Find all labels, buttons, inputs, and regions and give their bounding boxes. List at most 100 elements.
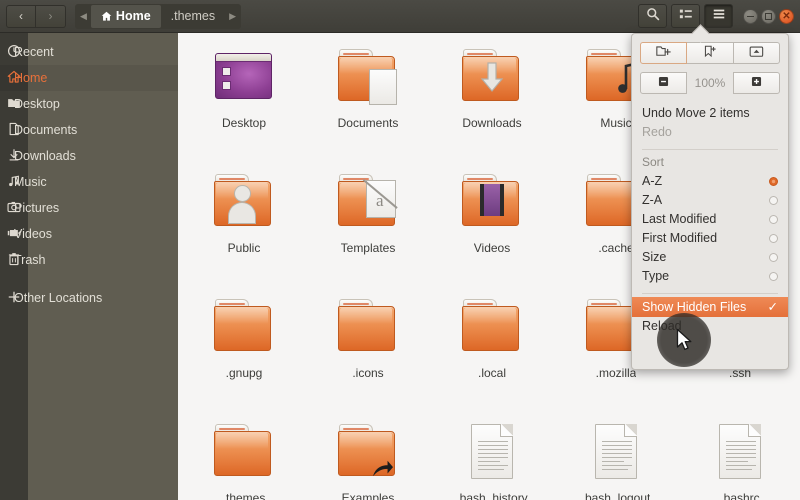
sort-option-label: Size — [642, 250, 667, 264]
sidebar-item-recent[interactable]: Recent — [0, 39, 178, 65]
maximize-glyph — [765, 12, 772, 20]
public-folder-icon — [212, 172, 276, 234]
text-file-icon — [584, 422, 648, 484]
sort-option-label: First Modified — [642, 231, 718, 245]
sort-header-label: Sort — [642, 155, 665, 169]
sort-option-label: Type — [642, 269, 670, 283]
clock-icon — [0, 44, 28, 61]
file-label: .icons — [352, 366, 384, 380]
file-label: .mozilla — [595, 366, 637, 380]
file-item[interactable]: .bash_logout — [554, 412, 678, 500]
file-label: .bash_logout — [581, 491, 651, 500]
sidebar-item-downloads[interactable]: Downloads — [0, 143, 178, 169]
trash-icon — [0, 252, 28, 269]
sort-option-type[interactable]: Type — [632, 267, 788, 286]
camera-icon — [0, 200, 28, 217]
icons-folder-icon — [336, 297, 400, 359]
file-item[interactable]: Downloads — [430, 37, 554, 162]
file-item[interactable]: .local — [430, 287, 554, 412]
hamburger-menu-button[interactable] — [704, 4, 733, 28]
file-item[interactable]: .bashrc — [678, 412, 800, 500]
sidebar-item-videos[interactable]: Videos — [0, 221, 178, 247]
sidebar-item-documents[interactable]: Documents — [0, 117, 178, 143]
navigation-buttons: ‹ › — [6, 4, 66, 28]
file-item[interactable]: .gnupg — [182, 287, 306, 412]
text-file-icon — [460, 422, 524, 484]
menu-item-label: Undo Move 2 items — [642, 106, 750, 120]
file-label: .cache — [598, 241, 634, 255]
menu-item-label: Redo — [642, 125, 672, 139]
zoom-in-button[interactable] — [732, 72, 780, 94]
breadcrumb-label: .themes — [170, 9, 216, 23]
hamburger-icon — [712, 7, 726, 26]
home-icon — [0, 70, 28, 87]
view-options-button[interactable] — [671, 4, 700, 28]
plus-icon — [0, 290, 28, 307]
radio-icon — [769, 215, 778, 224]
sidebar-item-home[interactable]: Home — [0, 65, 178, 91]
radio-icon — [769, 234, 778, 243]
videos-folder-icon — [460, 172, 524, 234]
forward-button[interactable]: › — [36, 4, 66, 28]
sort-option-last-modified[interactable]: Last Modified — [632, 210, 788, 229]
file-item[interactable]: Examples — [306, 412, 430, 500]
home-icon — [101, 11, 112, 22]
radio-icon — [769, 253, 778, 262]
file-item[interactable]: Desktop — [182, 37, 306, 162]
file-item[interactable]: Documents — [306, 37, 430, 162]
download-icon — [0, 148, 28, 165]
sort-option-a-z[interactable]: A-Z — [632, 172, 788, 191]
file-label: Desktop — [221, 116, 267, 130]
breadcrumb-item-home[interactable]: Home — [90, 4, 161, 28]
sidebar-item-desktop[interactable]: Desktop — [0, 91, 178, 117]
sidebar-item-pictures[interactable]: Pictures — [0, 195, 178, 221]
zoom-out-button[interactable] — [640, 72, 688, 94]
sidebar-item-other-locations[interactable]: Other Locations — [0, 285, 178, 311]
header-actions: ✕ — [638, 4, 800, 28]
menu-redo[interactable]: Redo — [632, 123, 788, 142]
file-item[interactable]: Public — [182, 162, 306, 287]
sidebar-item-trash[interactable]: Trash — [0, 247, 178, 273]
sort-option-label: A-Z — [642, 174, 663, 188]
file-item[interactable]: .themes — [182, 412, 306, 500]
close-button[interactable]: ✕ — [779, 8, 794, 24]
menu-show-hidden-files[interactable]: Show Hidden Files ✓ — [632, 297, 788, 317]
file-label: .gnupg — [225, 366, 263, 380]
file-item[interactable]: .icons — [306, 287, 430, 412]
sidebar-item-music[interactable]: Music — [0, 169, 178, 195]
radio-icon — [769, 177, 778, 186]
search-button[interactable] — [638, 4, 667, 28]
menu-item-label: Show Hidden Files — [642, 299, 747, 314]
breadcrumb-right-arrow-icon[interactable]: ▶ — [225, 11, 240, 22]
radio-icon — [769, 196, 778, 205]
sort-option-first-modified[interactable]: First Modified — [632, 229, 788, 248]
zoom-out-icon — [657, 75, 670, 91]
file-item[interactable]: a Templates — [306, 162, 430, 287]
add-bookmark-button[interactable] — [687, 42, 733, 64]
file-label: Videos — [473, 241, 511, 255]
local-folder-icon — [460, 297, 524, 359]
sort-option-label: Z-A — [642, 193, 663, 207]
new-folder-icon — [656, 45, 671, 61]
file-item[interactable]: .bash_history — [430, 412, 554, 500]
breadcrumb-item-themes[interactable]: .themes — [161, 5, 225, 28]
back-button[interactable]: ‹ — [6, 4, 36, 28]
breadcrumb-left-arrow-icon[interactable]: ◀ — [76, 11, 91, 22]
minimize-button[interactable] — [743, 8, 758, 24]
file-label: .local — [477, 366, 506, 380]
menu-separator — [642, 149, 778, 150]
sort-option-z-a[interactable]: Z-A — [632, 191, 788, 210]
menu-undo[interactable]: Undo Move 2 items — [632, 104, 788, 123]
sort-section-header: Sort — [632, 153, 788, 172]
file-item[interactable]: Videos — [430, 162, 554, 287]
file-label: .themes — [222, 491, 266, 500]
new-folder-button[interactable] — [640, 42, 688, 64]
sort-option-size[interactable]: Size — [632, 248, 788, 267]
header-bar: ‹ › ◀ Home .themes ▶ ✕ — [0, 0, 800, 33]
maximize-button[interactable] — [761, 8, 776, 24]
sidebar-list: Recent Home Desktop Documents Downloads … — [0, 33, 178, 311]
breadcrumb-label: Home — [115, 9, 151, 23]
file-label: .bash_history — [456, 491, 528, 500]
music-icon — [0, 174, 28, 191]
new-window-button[interactable] — [732, 42, 780, 64]
